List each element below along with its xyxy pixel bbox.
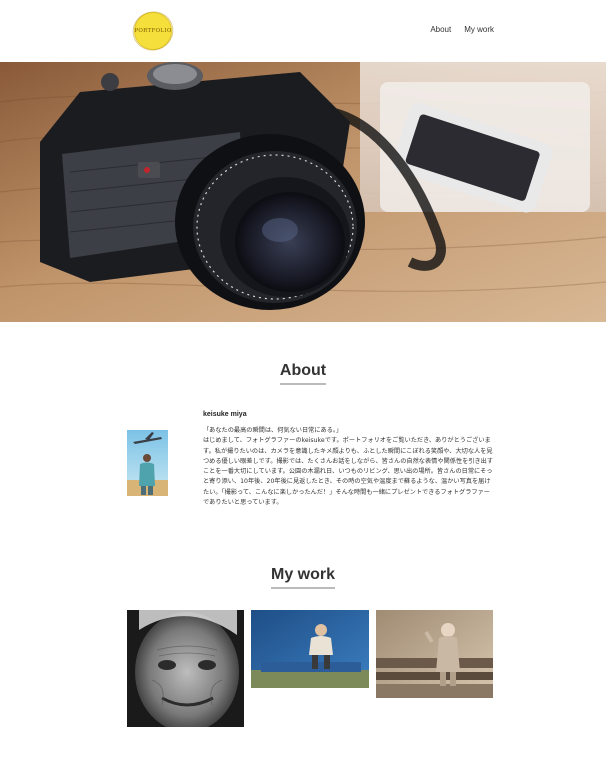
profile-name: keisuke miya xyxy=(203,411,247,418)
my-work-title: My work xyxy=(270,566,335,589)
about-title-wrap: About xyxy=(0,360,606,385)
work-photo-2-image xyxy=(251,610,369,688)
logo-ring xyxy=(127,6,179,56)
profile-photo xyxy=(127,430,168,496)
work-photo-baby-by-fence[interactable] xyxy=(376,610,493,698)
nav-my-work-link[interactable]: My work xyxy=(464,25,494,34)
work-photo-3-image xyxy=(376,610,493,698)
main-nav: About My work xyxy=(430,25,494,34)
about-title: About xyxy=(279,362,327,385)
nav-about-link[interactable]: About xyxy=(430,25,451,34)
my-work-title-wrap: My work xyxy=(0,564,606,589)
work-photo-child-on-slide[interactable] xyxy=(251,610,369,688)
work-photo-elderly-woman[interactable] xyxy=(127,610,244,727)
hero-camera-illustration xyxy=(0,62,606,322)
profile-description: 「あなたの最高の瞬間は、何気ない日常にある。」 はじめまして、フォトグラファーの… xyxy=(203,427,494,507)
portfolio-logo[interactable]: PORTFOLIO xyxy=(127,6,179,56)
hero-image xyxy=(0,62,606,322)
site-header: PORTFOLIO About My work xyxy=(0,0,606,62)
work-photo-1-image xyxy=(127,610,244,727)
profile-photo-image xyxy=(127,430,168,496)
